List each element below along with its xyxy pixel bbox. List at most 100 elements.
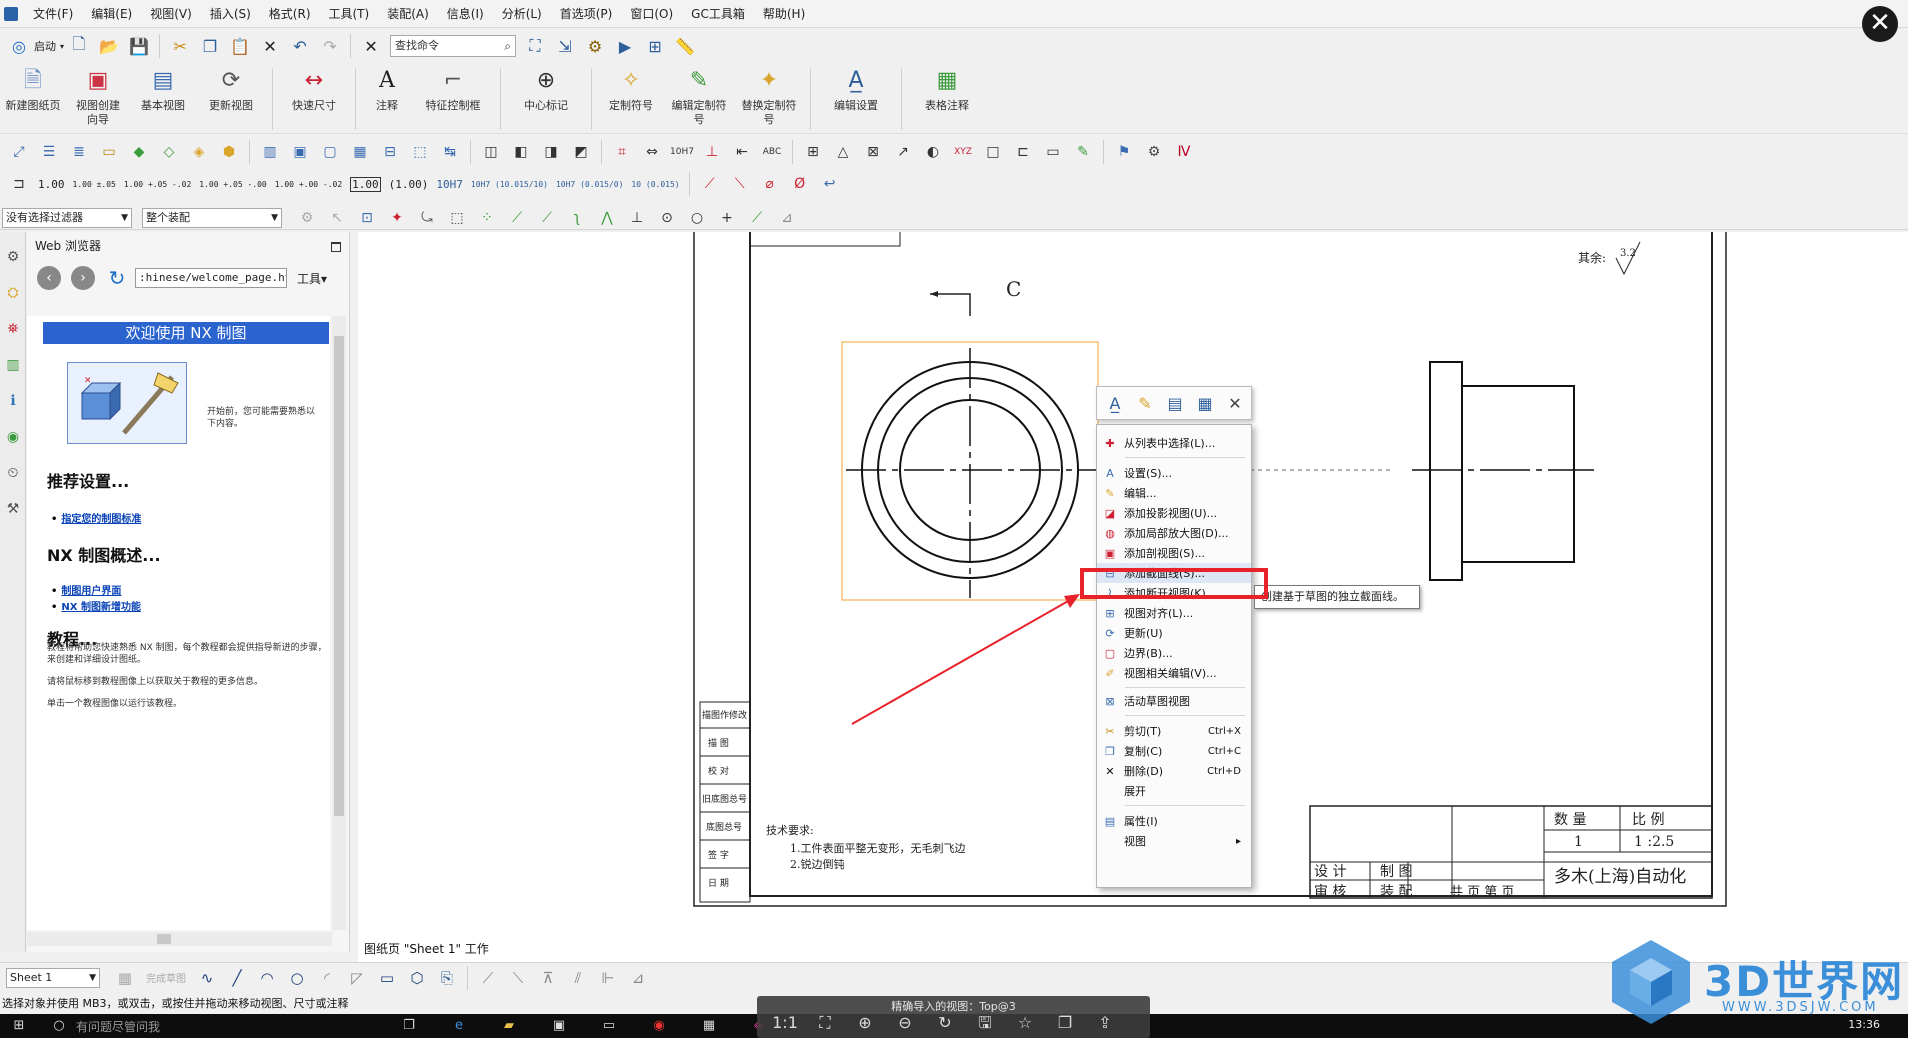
- web-horizontal-scrollbar[interactable]: [27, 932, 332, 946]
- chamfer-icon[interactable]: ◸: [345, 966, 369, 990]
- menu-item-settings[interactable]: A 设置(S)...: [1097, 463, 1251, 483]
- sheet-icon[interactable]: ▥: [258, 140, 282, 164]
- sheet-select[interactable]: Sheet 1 ▼: [6, 967, 100, 988]
- store-icon[interactable]: ▣: [550, 1017, 568, 1035]
- menu-item-delete[interactable]: ✕ 删除(D) Ctrl+D: [1097, 761, 1251, 781]
- finish-sketch-icon[interactable]: ▦: [113, 966, 137, 990]
- menu-insert[interactable]: 插入(S): [201, 0, 260, 28]
- taskbar-search[interactable]: 有问题尽管问我: [76, 1018, 160, 1035]
- text-abc-icon[interactable]: ABC: [760, 140, 784, 164]
- roles-icon[interactable]: ◉: [2, 426, 24, 448]
- line-icon[interactable]: ╱: [225, 966, 249, 990]
- menu-gc-toolkit[interactable]: GC工具箱: [682, 0, 754, 28]
- snap-mid-icon[interactable]: ⟋: [535, 206, 559, 230]
- polygon-icon[interactable]: ⬡: [405, 966, 429, 990]
- chevron-down-icon[interactable]: ▾: [60, 42, 64, 51]
- diameter2-icon[interactable]: Ø: [788, 172, 812, 196]
- snap-tangent-icon[interactable]: ⟋: [745, 206, 769, 230]
- extend-icon[interactable]: ⟍: [506, 966, 530, 990]
- start-icon[interactable]: ◎: [6, 33, 32, 59]
- menu-item-add-projected-view[interactable]: ◪ 添加投影视图(U)...: [1097, 503, 1251, 523]
- properties-icon[interactable]: ⚑: [1112, 140, 1136, 164]
- border-icon[interactable]: ▢: [318, 140, 342, 164]
- view-style-icon[interactable]: ▤: [1161, 389, 1189, 417]
- menu-item-select-from-list[interactable]: ✚ 从列表中选择(L)...: [1097, 433, 1251, 453]
- snap-settings-icon[interactable]: ⊿: [775, 206, 799, 230]
- render-style-icon[interactable]: ⚙: [582, 33, 608, 59]
- dim-format-upper[interactable]: 1.00 +.05 -.00: [199, 180, 266, 189]
- menu-window[interactable]: 窗口(O): [621, 0, 682, 28]
- edge-icon[interactable]: e: [450, 1017, 468, 1035]
- file-explorer-icon[interactable]: ▰: [500, 1017, 518, 1035]
- dimension-style-icon[interactable]: ⊐: [7, 172, 31, 196]
- edit-custom-symbol-button[interactable]: ✎ 编辑定制符号: [664, 66, 734, 127]
- target-point-icon[interactable]: ◐: [921, 140, 945, 164]
- snap-intersect-icon[interactable]: ✦: [385, 206, 409, 230]
- menu-item-view[interactable]: 视图 ▸: [1097, 831, 1251, 851]
- cut-icon[interactable]: ✂: [167, 33, 193, 59]
- menu-analysis[interactable]: 分析(L): [493, 0, 551, 28]
- part-navigator-icon[interactable]: ⛯: [2, 318, 24, 340]
- fillet-icon[interactable]: ◜: [315, 966, 339, 990]
- search-icon[interactable]: ⌕: [504, 36, 511, 56]
- grid-icon[interactable]: ⊞: [642, 33, 668, 59]
- dim-format-fit-limits[interactable]: 10H7 (10.015/10): [471, 180, 548, 189]
- system-materials-icon[interactable]: ⚒: [2, 498, 24, 520]
- task-view-icon[interactable]: ❐: [400, 1017, 418, 1035]
- redo-icon[interactable]: ↷: [317, 33, 343, 59]
- select-pointer-icon[interactable]: ↖: [325, 206, 349, 230]
- arc-arrow-icon[interactable]: ↩: [818, 172, 842, 196]
- fcf-button[interactable]: ⌐ 特征控制框: [412, 66, 494, 113]
- scroll-thumb[interactable]: [157, 934, 171, 944]
- dim-constraint-icon[interactable]: ⊿: [626, 966, 650, 990]
- save-icon[interactable]: 🖫: [965, 1012, 1005, 1034]
- user-interface-link[interactable]: 制图用户界面: [51, 582, 121, 597]
- dim-format-lower[interactable]: 1.00 +.00 -.02: [275, 180, 342, 189]
- refresh-icon[interactable]: ↻: [105, 266, 129, 290]
- view-wizard-button[interactable]: ▣ 视图创建向导: [66, 66, 130, 127]
- note-button[interactable]: A 注释: [362, 66, 412, 113]
- annotation-icon[interactable]: ⬚: [408, 140, 432, 164]
- grid-snap-icon[interactable]: ⌗: [610, 140, 634, 164]
- menu-item-active-sketch-view[interactable]: ⊠ 活动草图视图: [1097, 691, 1251, 711]
- zoom-in-icon[interactable]: ⊕: [845, 1012, 885, 1034]
- menu-help[interactable]: 帮助(H): [754, 0, 814, 28]
- frame-icon[interactable]: ◫: [479, 140, 503, 164]
- surface-finish-icon[interactable]: ⊠: [861, 140, 885, 164]
- ordinate-dim-icon[interactable]: ⟍: [728, 172, 752, 196]
- arc-icon[interactable]: ◠: [255, 966, 279, 990]
- update-view-button[interactable]: ⟳ 更新视图: [196, 66, 266, 113]
- menu-edit[interactable]: 编辑(E): [82, 0, 141, 28]
- trim-icon[interactable]: ⟋: [476, 966, 500, 990]
- pen-icon[interactable]: ✎: [1071, 140, 1095, 164]
- dimension-icon[interactable]: ⇔: [640, 140, 664, 164]
- web-vertical-scrollbar[interactable]: [332, 316, 346, 930]
- menu-item-add-section-view[interactable]: ▣ 添加剖视图(S)...: [1097, 543, 1251, 563]
- menu-preferences[interactable]: 首选项(P): [551, 0, 622, 28]
- fit-view-icon[interactable]: ⛶: [522, 33, 548, 59]
- corner-icon[interactable]: ⊼: [536, 966, 560, 990]
- edit-view-icon[interactable]: ✎: [1131, 389, 1159, 417]
- snap-arc-icon[interactable]: ʅ: [565, 206, 589, 230]
- delete-icon[interactable]: ✕: [257, 33, 283, 59]
- parts-list-icon[interactable]: ⊟: [378, 140, 402, 164]
- orient-view-icon[interactable]: ▶: [612, 33, 638, 59]
- new-file-icon[interactable]: 🗋: [66, 33, 92, 59]
- command-search-input[interactable]: 查找命令 ⌕: [390, 35, 517, 57]
- chamfer-dim-icon[interactable]: ⟋: [698, 172, 722, 196]
- triangle-icon[interactable]: △: [831, 140, 855, 164]
- constraint-icon[interactable]: ⊩: [596, 966, 620, 990]
- open-folder-icon[interactable]: 📂: [96, 33, 122, 59]
- replace-custom-symbol-button[interactable]: ✦ 替换定制符号: [734, 66, 804, 127]
- baseline-icon[interactable]: ⊥: [700, 140, 724, 164]
- dim-format-bilateral[interactable]: 1.00 ±.05: [73, 180, 116, 189]
- select-region-icon[interactable]: ⊡: [355, 206, 379, 230]
- show-icon[interactable]: ◆: [127, 140, 151, 164]
- tolerance-icon[interactable]: 10H7: [670, 140, 694, 164]
- web-tools-menu[interactable]: 工具▾: [297, 270, 327, 287]
- snap-view-icon[interactable]: ⇲: [552, 33, 578, 59]
- forward-icon[interactable]: ›: [71, 266, 95, 290]
- edit-settings-button[interactable]: A̲ 编辑设置: [817, 66, 895, 113]
- menu-item-properties[interactable]: ▤ 属性(I): [1097, 811, 1251, 831]
- rectangle-icon[interactable]: ▭: [375, 966, 399, 990]
